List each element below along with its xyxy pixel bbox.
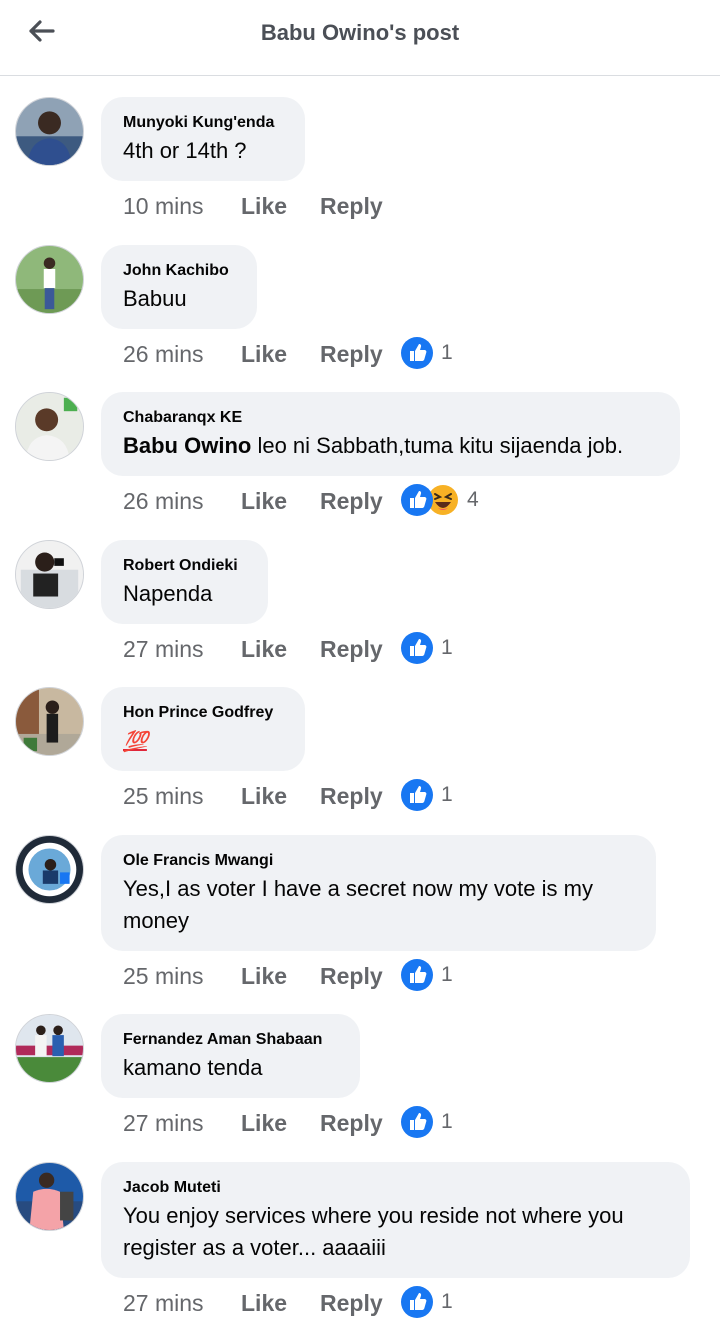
comment-text: Babu Owino leo ni Sabbath,tuma kitu sija…	[123, 430, 658, 462]
comment-text-line: Yes,I as voter I have a secret now my vo…	[123, 876, 593, 901]
comment-time[interactable]: 26 mins	[123, 488, 204, 515]
comment-text: 4th or 14th ?	[123, 138, 247, 163]
comment-text: Yes,I as voter I have a secret now my vo…	[123, 873, 634, 937]
hundred-points-emoji: 💯	[123, 729, 148, 753]
like-button[interactable]: Like	[241, 193, 287, 220]
comment-time[interactable]: 27 mins	[123, 636, 204, 663]
comment-text: Napenda	[123, 581, 213, 606]
comment-text-line: You enjoy services where you reside not …	[123, 1203, 624, 1228]
reply-button[interactable]: Reply	[320, 1290, 383, 1317]
avatar[interactable]	[15, 835, 84, 904]
reaction-summary[interactable]: 1	[401, 1285, 453, 1319]
reply-button[interactable]: Reply	[320, 636, 383, 663]
reaction-count: 1	[441, 963, 453, 986]
mention-link[interactable]: Babu Owino	[123, 433, 251, 458]
like-button[interactable]: Like	[241, 636, 287, 663]
comment-author[interactable]: Robert Ondieki	[123, 555, 246, 577]
comment-bubble: Hon Prince Godfrey 💯	[101, 687, 305, 771]
like-icon	[401, 959, 433, 991]
like-icon	[401, 632, 433, 664]
like-icon	[401, 484, 433, 516]
comment-author[interactable]: Chabaranqx KE	[123, 407, 658, 429]
reaction-count: 4	[467, 488, 479, 511]
reaction-summary[interactable]: 1	[401, 336, 453, 370]
comment-bubble: Robert Ondieki Napenda	[101, 540, 268, 624]
like-icon	[401, 779, 433, 811]
avatar[interactable]	[15, 687, 84, 756]
comment-bubble: Munyoki Kung'enda 4th or 14th ?	[101, 97, 305, 181]
avatar[interactable]	[15, 97, 84, 166]
comment-time[interactable]: 26 mins	[123, 341, 204, 368]
comment-author[interactable]: Ole Francis Mwangi	[123, 850, 634, 872]
comment-text: kamano tenda	[123, 1055, 263, 1080]
comment-time[interactable]: 27 mins	[123, 1110, 204, 1137]
like-button[interactable]: Like	[241, 1290, 287, 1317]
reply-button[interactable]: Reply	[320, 963, 383, 990]
avatar[interactable]	[15, 540, 84, 609]
comment-bubble: John Kachibo Babuu	[101, 245, 257, 329]
like-icon	[401, 337, 433, 369]
comment-bubble: Fernandez Aman Shabaan kamano tenda	[101, 1014, 360, 1098]
like-button[interactable]: Like	[241, 1110, 287, 1137]
comment-time[interactable]: 25 mins	[123, 783, 204, 810]
reply-button[interactable]: Reply	[320, 488, 383, 515]
like-icon	[401, 1286, 433, 1318]
avatar[interactable]	[15, 392, 84, 461]
comment-text-body: leo ni Sabbath,tuma kitu sijaenda job.	[251, 433, 624, 458]
comment-author[interactable]: Fernandez Aman Shabaan	[123, 1029, 338, 1051]
reaction-summary[interactable]: 1	[401, 958, 453, 992]
comment-text-line: register as a voter... aaaaiii	[123, 1235, 386, 1260]
like-button[interactable]: Like	[241, 341, 287, 368]
like-button[interactable]: Like	[241, 488, 287, 515]
reaction-count: 1	[441, 1110, 453, 1133]
comment-bubble: Jacob Muteti You enjoy services where yo…	[101, 1162, 690, 1278]
comment-time[interactable]: 10 mins	[123, 193, 204, 220]
like-icon	[401, 1106, 433, 1138]
like-button[interactable]: Like	[241, 963, 287, 990]
top-bar: Babu Owino's post	[0, 0, 720, 76]
reaction-summary[interactable]: 1	[401, 778, 453, 812]
reaction-count: 1	[441, 783, 453, 806]
comment-author[interactable]: Jacob Muteti	[123, 1177, 668, 1199]
reply-button[interactable]: Reply	[320, 341, 383, 368]
reaction-summary[interactable]: 1	[401, 1105, 453, 1139]
comment-text-line: money	[123, 908, 190, 933]
reaction-count: 1	[441, 341, 453, 364]
avatar[interactable]	[15, 1162, 84, 1231]
reaction-count: 1	[441, 1290, 453, 1313]
comment-author[interactable]: Munyoki Kung'enda	[123, 112, 283, 134]
comment-author[interactable]: Hon Prince Godfrey	[123, 702, 283, 724]
reaction-summary[interactable]: 4	[401, 483, 479, 517]
comment-time[interactable]: 27 mins	[123, 1290, 204, 1317]
reply-button[interactable]: Reply	[320, 783, 383, 810]
reaction-summary[interactable]: 1	[401, 631, 453, 665]
comment-bubble: Chabaranqx KE Babu Owino leo ni Sabbath,…	[101, 392, 680, 476]
reaction-count: 1	[441, 636, 453, 659]
comment-text: Babuu	[123, 286, 187, 311]
comment-text: You enjoy services where you reside not …	[123, 1200, 668, 1264]
comment-time[interactable]: 25 mins	[123, 963, 204, 990]
comment-author[interactable]: John Kachibo	[123, 260, 235, 282]
comment-text: 💯	[123, 725, 283, 757]
reply-button[interactable]: Reply	[320, 1110, 383, 1137]
avatar[interactable]	[15, 245, 84, 314]
like-button[interactable]: Like	[241, 783, 287, 810]
reply-button[interactable]: Reply	[320, 193, 383, 220]
page-title: Babu Owino's post	[260, 20, 460, 45]
comment-bubble: Ole Francis Mwangi Yes,I as voter I have…	[101, 835, 656, 951]
avatar[interactable]	[15, 1014, 84, 1083]
